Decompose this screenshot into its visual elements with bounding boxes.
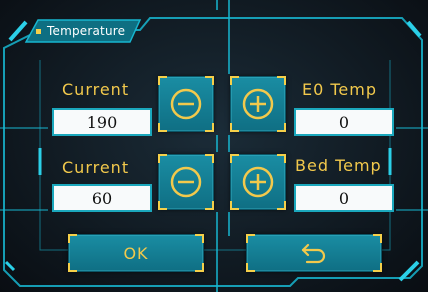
- row2-target-value: 0: [294, 184, 394, 212]
- row2-current-value: 60: [52, 184, 152, 212]
- ok-button[interactable]: OK: [68, 234, 204, 272]
- increase-button-row2[interactable]: [230, 154, 286, 210]
- row1-right-label: E0 Temp: [302, 80, 378, 99]
- back-button[interactable]: [246, 234, 382, 272]
- return-arrow-icon: [301, 243, 326, 264]
- temperature-screen: Temperature Current 190 E0 Temp 0 Curren…: [0, 0, 428, 292]
- title-tab: Temperature: [24, 19, 136, 43]
- row1-target-value: 0: [294, 108, 394, 136]
- decrease-button-row2[interactable]: [158, 154, 214, 210]
- row1-left-label: Current: [62, 80, 130, 99]
- row2-left-label: Current: [62, 158, 130, 177]
- plus-circle-icon: [242, 166, 274, 198]
- plus-circle-icon: [242, 88, 274, 120]
- increase-button-row1[interactable]: [230, 76, 286, 132]
- bullet-icon: [36, 28, 41, 34]
- ok-button-label: OK: [123, 243, 149, 263]
- screen-title: Temperature: [47, 24, 126, 38]
- row1-current-value: 190: [52, 108, 152, 136]
- minus-circle-icon: [170, 166, 202, 198]
- decrease-button-row1[interactable]: [158, 76, 214, 132]
- minus-circle-icon: [170, 88, 202, 120]
- row2-right-label: Bed Temp: [295, 156, 382, 175]
